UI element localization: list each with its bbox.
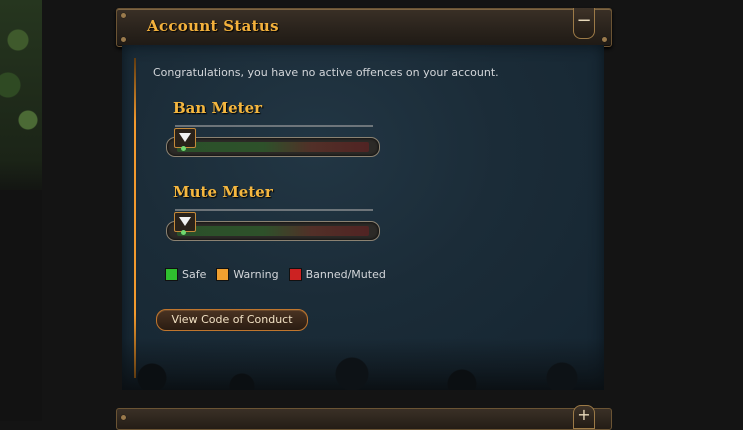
legend-label: Banned/Muted [305,268,386,281]
ban-meter-level-dot [181,146,186,151]
mute-meter-marker [174,212,196,232]
legend-label: Warning [233,268,279,281]
ban-meter-marker [174,128,196,148]
grunge-decoration [122,338,604,390]
mute-meter-fill [177,226,369,236]
ban-meter-rule [175,125,373,127]
ban-meter-fill [177,142,369,152]
expand-button[interactable]: + [573,405,595,429]
rivet-decoration [602,37,607,42]
legend-item-banned: Banned/Muted [288,268,386,281]
rivet-decoration [121,415,126,420]
background-scenery [0,0,42,421]
minus-icon: − [576,10,592,31]
next-panel-header[interactable]: + [116,405,612,430]
safe-swatch [165,268,178,281]
mute-meter-rule [175,209,373,211]
plus-icon: + [577,405,591,424]
panel-edge-line [134,58,136,378]
view-code-of-conduct-button[interactable]: View Code of Conduct [156,309,308,331]
arrow-down-icon [179,133,191,142]
rivet-decoration [121,13,126,18]
mute-meter-track [166,221,380,241]
mute-meter-label: Mute Meter [173,183,273,201]
legend-label: Safe [182,268,207,281]
meter-legend: Safe Warning Banned/Muted [165,268,386,281]
rivet-decoration [121,37,126,42]
ban-meter-track [166,137,380,157]
panel-title: Account Status [147,17,279,35]
warning-swatch [216,268,230,281]
status-message: Congratulations, you have no active offe… [153,66,499,79]
collapse-button[interactable]: − [573,8,595,39]
ban-meter-label: Ban Meter [173,99,263,117]
legend-item-warning: Warning [216,268,279,281]
legend-item-safe: Safe [165,268,206,281]
arrow-down-icon [179,217,191,226]
panel-header-account-status: Account Status − [116,8,612,47]
mute-meter-level-dot [181,230,186,235]
banned-swatch [288,268,302,281]
